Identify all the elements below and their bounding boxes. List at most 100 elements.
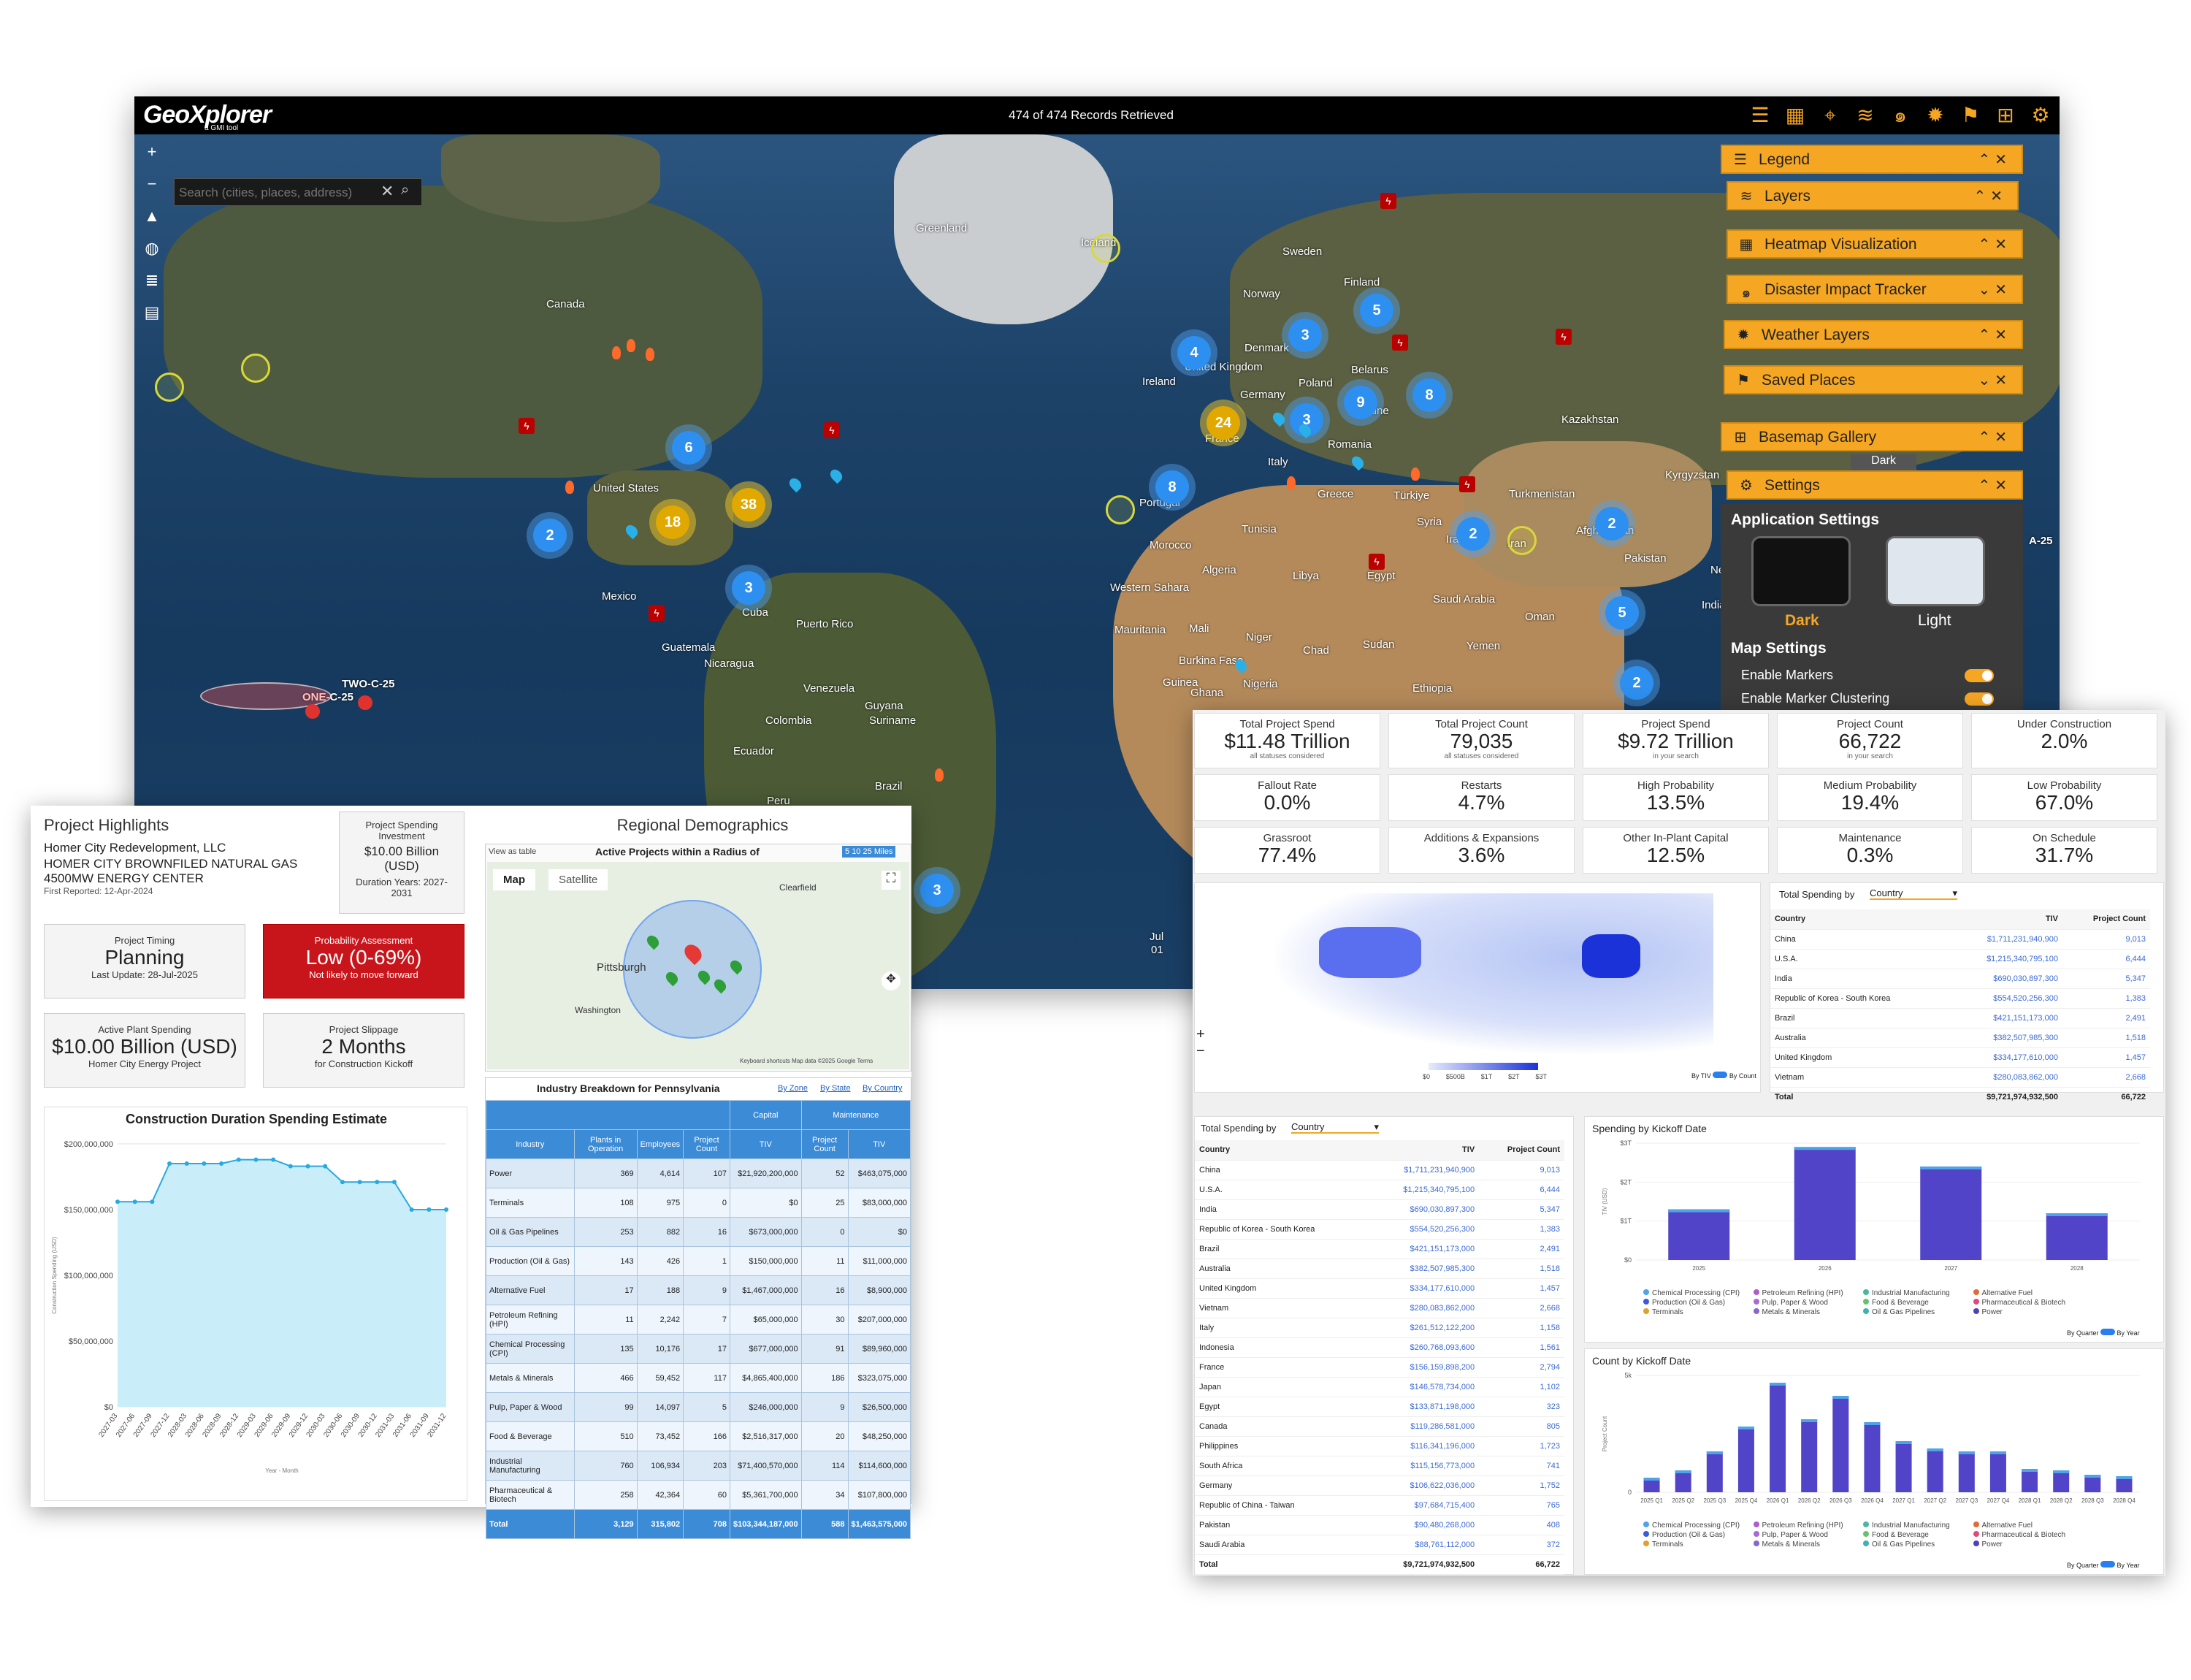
data-point[interactable] xyxy=(427,1207,432,1212)
table-header[interactable]: Country xyxy=(1770,909,1949,930)
bar[interactable] xyxy=(1920,1167,1982,1260)
cluster-marker[interactable]: 6 xyxy=(672,431,706,465)
search-box[interactable]: ✕ ⌕ xyxy=(174,178,422,206)
legend-item[interactable]: Petroleum Refining (HPI) xyxy=(1753,1521,1862,1530)
compass-icon[interactable]: ✥ xyxy=(882,971,901,990)
stack-icon[interactable]: ≣ xyxy=(140,269,164,292)
table-row[interactable]: U.S.A. $1,215,340,795,100 6,444 xyxy=(1195,1180,1564,1200)
cluster-marker[interactable]: 5 xyxy=(1605,596,1639,630)
cluster-marker[interactable]: 3 xyxy=(1288,318,1322,352)
fire-icon[interactable] xyxy=(935,768,944,782)
legend-item[interactable]: Pharmaceutical & Biotech xyxy=(1973,1299,2082,1307)
legend-item[interactable]: Chemical Processing (CPI) xyxy=(1643,1289,1752,1297)
data-point[interactable] xyxy=(288,1164,293,1169)
cluster-marker[interactable]: 2 xyxy=(1620,666,1653,700)
table-header[interactable]: TIV xyxy=(1948,909,2062,930)
radius-selector[interactable]: 5 10 25 Miles xyxy=(842,846,896,858)
event-ring[interactable] xyxy=(241,354,270,383)
event-ring[interactable] xyxy=(1106,495,1135,524)
table-row[interactable]: China $1,711,231,940,900 9,013 xyxy=(1195,1160,1564,1180)
view-as-table[interactable]: View as table xyxy=(489,847,536,856)
zoom-in-icon[interactable]: + xyxy=(140,140,164,164)
data-point[interactable] xyxy=(323,1164,328,1169)
zoom-out-icon[interactable]: − xyxy=(140,172,164,196)
table-header[interactable]: Country xyxy=(1195,1140,1368,1161)
table-row[interactable]: Republic of Korea - South Korea $554,520,… xyxy=(1195,1219,1564,1240)
cluster-marker[interactable]: 2 xyxy=(533,519,567,552)
search-input[interactable] xyxy=(179,183,375,202)
cluster-marker[interactable]: 9 xyxy=(1344,386,1377,419)
legend-item[interactable]: Production (Oil & Gas) xyxy=(1643,1299,1752,1307)
satellite-tab[interactable]: Satellite xyxy=(548,869,608,890)
legend-item[interactable]: Petroleum Refining (HPI) xyxy=(1753,1289,1862,1297)
table-row[interactable]: Republic of China - Taiwan $97,684,715,40… xyxy=(1195,1495,1564,1516)
list-icon[interactable]: ☰ xyxy=(1747,102,1773,129)
data-point[interactable] xyxy=(391,1180,397,1185)
bar[interactable] xyxy=(1794,1147,1856,1260)
bar[interactable] xyxy=(1801,1419,1818,1492)
data-point[interactable] xyxy=(357,1180,362,1185)
table-row[interactable]: Oil & Gas Pipelines 253 882 16 $673,000,000 0… xyxy=(486,1217,911,1247)
table-row[interactable]: Vietnam $280,083,862,000 2,668 xyxy=(1770,1067,2150,1088)
legend-item[interactable]: Pharmaceutical & Biotech xyxy=(1973,1531,2082,1539)
table-row[interactable]: U.S.A. $1,215,340,795,100 6,444 xyxy=(1770,949,2150,969)
collapse-close-icons[interactable]: ⌃✕ xyxy=(1973,187,2007,205)
table-row[interactable]: Total 3,129 315,802 708 $103,344,187,000 588 $… xyxy=(486,1509,911,1539)
table-row[interactable]: Pakistan $90,480,268,000 408 xyxy=(1195,1515,1564,1535)
fire-icon[interactable] xyxy=(1411,467,1420,481)
weather-gear-icon[interactable]: ✹ xyxy=(1922,102,1949,129)
gallery-icon[interactable]: ⊞ xyxy=(1992,102,2019,129)
table-row[interactable]: France $156,159,898,200 2,794 xyxy=(1195,1357,1564,1378)
search-icon[interactable]: ⌕ xyxy=(401,182,409,199)
legend-item[interactable]: Pulp, Paper & Wood xyxy=(1753,1299,1862,1307)
table-row[interactable]: South Africa $115,156,773,000 741 xyxy=(1195,1456,1564,1476)
collapse-close-icons[interactable]: ⌃✕ xyxy=(1978,326,2011,344)
bar[interactable] xyxy=(2053,1470,2070,1492)
cluster-marker[interactable]: 8 xyxy=(1412,378,1446,412)
bar[interactable] xyxy=(1989,1451,2006,1492)
quarter-year-toggle[interactable]: By Quarter By Year xyxy=(2067,1561,2140,1569)
bar[interactable] xyxy=(1737,1427,1754,1492)
legend-item[interactable]: Alternative Fuel xyxy=(1973,1521,2082,1530)
panel-basemap-gallery[interactable]: ⊞ Basemap Gallery ⌃✕ xyxy=(1721,422,2023,451)
table-header[interactable]: TIV xyxy=(1367,1140,1480,1161)
cluster-marker[interactable]: 5 xyxy=(1360,294,1393,327)
legend-item[interactable]: Industrial Manufacturing xyxy=(1863,1289,1972,1297)
table-row[interactable]: United Kingdom $334,177,610,000 1,457 xyxy=(1195,1278,1564,1299)
map-tab[interactable]: Map xyxy=(493,869,535,890)
expand-close-icons[interactable]: ⌄✕ xyxy=(1978,280,2011,299)
legend-item[interactable]: Pulp, Paper & Wood xyxy=(1753,1531,1862,1539)
fire-icon[interactable] xyxy=(1287,476,1296,489)
light-theme-option[interactable] xyxy=(1886,536,1985,606)
bar[interactable] xyxy=(1668,1209,1730,1260)
fullscreen-icon[interactable]: ⛶ xyxy=(882,871,901,890)
event-ring[interactable] xyxy=(1507,526,1537,555)
table-row[interactable]: Chemical Processing (CPI) 135 10,176 17 $677… xyxy=(486,1334,911,1364)
dark-theme-option[interactable] xyxy=(1751,536,1851,606)
bar[interactable] xyxy=(1832,1396,1849,1492)
google-map[interactable]: Map Satellite Pittsburgh Washington Clea… xyxy=(487,862,909,1069)
spend-by-select[interactable]: Country ▾ xyxy=(1870,887,1957,900)
table-row[interactable]: Egypt $133,871,198,000 323 xyxy=(1195,1397,1564,1417)
bar[interactable] xyxy=(1958,1451,1975,1492)
legend-item[interactable]: Terminals xyxy=(1643,1308,1752,1316)
water-drop-icon[interactable] xyxy=(787,476,804,493)
table-row[interactable]: Philippines $116,341,196,000 1,723 xyxy=(1195,1436,1564,1456)
legend-item[interactable]: Chemical Processing (CPI) xyxy=(1643,1521,1752,1530)
table-row[interactable]: Pulp, Paper & Wood 99 14,097 5 $246,000,000 9… xyxy=(486,1392,911,1422)
collapse-close-icons[interactable]: ⌃✕ xyxy=(1978,428,2011,446)
fire-icon[interactable] xyxy=(565,481,574,494)
legend-item[interactable]: Metals & Minerals xyxy=(1753,1308,1862,1316)
quarter-year-toggle[interactable]: By Quarter By Year xyxy=(2067,1329,2140,1337)
lightning-icon[interactable]: ϟ xyxy=(824,422,840,438)
data-point[interactable] xyxy=(305,1164,310,1169)
data-point[interactable] xyxy=(202,1161,207,1166)
lightning-icon[interactable]: ϟ xyxy=(1380,193,1396,209)
legend-item[interactable]: Power xyxy=(1973,1540,2082,1549)
data-point[interactable] xyxy=(444,1207,448,1212)
lightning-icon[interactable]: ϟ xyxy=(649,605,665,621)
cluster-marker[interactable]: 3 xyxy=(732,571,765,605)
table-row[interactable]: Brazil $421,151,173,000 2,491 xyxy=(1195,1239,1564,1259)
gear-icon[interactable]: ⚙ xyxy=(2027,102,2054,129)
panel-layers[interactable]: ≋ Layers ⌃✕ xyxy=(1727,181,2019,210)
